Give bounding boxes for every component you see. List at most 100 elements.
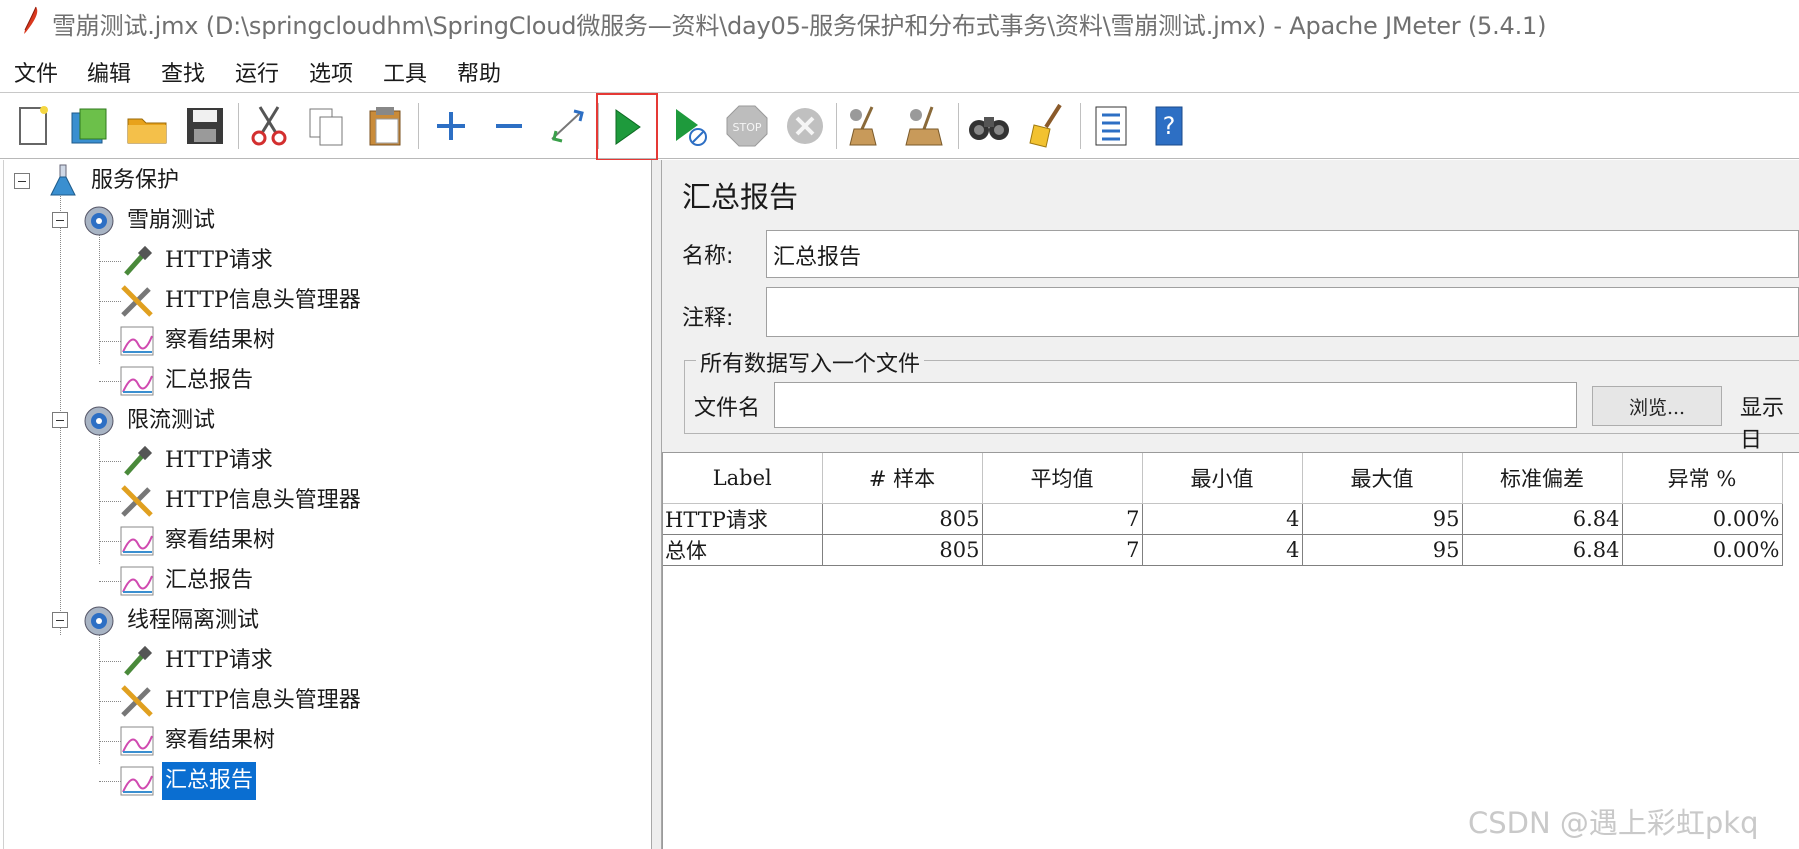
pipette-icon	[118, 242, 156, 280]
reset-search-button[interactable]	[1022, 101, 1072, 151]
menu-edit[interactable]: 编辑	[87, 56, 131, 88]
copy-button[interactable]	[302, 101, 352, 151]
pane-splitter[interactable]	[652, 160, 662, 849]
table-cell: 总体	[663, 533, 823, 566]
tree-label: HTTP信息头管理器	[165, 488, 361, 513]
table-row[interactable]: 总体 805 7 4 95 6.84 0.00%	[663, 533, 1783, 566]
menu-run[interactable]: 运行	[235, 56, 279, 88]
start-icon	[615, 109, 641, 145]
window-title: 雪崩测试.jmx (D:\springcloudhm\SpringCloud微服…	[52, 12, 1547, 40]
collapse-all-button[interactable]	[484, 101, 534, 151]
tree-thread-group[interactable]: 雪崩测试	[80, 202, 218, 240]
tree-root-test-plan[interactable]: 服务保护	[44, 162, 182, 200]
function-helper-button[interactable]	[1086, 101, 1136, 151]
gear-icon	[80, 202, 118, 240]
column-header[interactable]: 最小值	[1142, 453, 1303, 504]
tree-results-tree[interactable]: 察看结果树	[118, 322, 278, 360]
clear-all-button[interactable]	[900, 101, 950, 151]
gear-icon	[80, 602, 118, 640]
tree-summary-report[interactable]: 汇总报告	[118, 562, 256, 600]
graph-icon	[118, 762, 156, 800]
summary-report-panel: 汇总报告 名称: 汇总报告 注释: 所有数据写入一个文件 文件名 浏览... 显…	[662, 160, 1799, 849]
expand-all-button[interactable]	[426, 101, 476, 151]
tree-summary-report-selected[interactable]: 汇总报告	[118, 762, 257, 800]
clear-all-icon	[905, 106, 943, 146]
search-button[interactable]	[964, 101, 1014, 151]
reset-search-icon	[1029, 103, 1062, 148]
collapse-icon	[496, 124, 522, 128]
table-cell: 805	[822, 533, 983, 566]
table-cell: 805	[822, 502, 983, 535]
column-header[interactable]: 标准偏差	[1462, 453, 1623, 504]
collapse-toggle[interactable]	[52, 612, 68, 628]
save-icon	[187, 108, 223, 144]
table-row[interactable]: HTTP请求 805 7 4 95 6.84 0.00%	[663, 502, 1783, 535]
column-header[interactable]: Label	[663, 453, 823, 504]
paste-button[interactable]	[360, 101, 410, 151]
tree-thread-group[interactable]: 限流测试	[80, 402, 218, 440]
results-table: Label # 样本 平均值 最小值 最大值 标准偏差 异常 % HTTP请求 …	[662, 452, 1799, 849]
tree-http-request[interactable]: HTTP请求	[118, 442, 276, 480]
start-no-pauses-button[interactable]	[664, 101, 714, 151]
help-button[interactable]: ?	[1144, 101, 1194, 151]
tree-label: 察看结果树	[165, 728, 276, 753]
templates-button[interactable]	[64, 101, 114, 151]
gear-icon	[80, 402, 118, 440]
stop-button[interactable]: STOP	[722, 101, 772, 151]
shutdown-button[interactable]	[780, 101, 830, 151]
comment-field[interactable]	[766, 287, 1799, 337]
stop-icon: STOP	[726, 105, 768, 147]
tree-thread-group[interactable]: 线程隔离测试	[80, 602, 262, 640]
pipette-icon	[118, 642, 156, 680]
column-header[interactable]: 平均值	[982, 453, 1143, 504]
name-field[interactable]: 汇总报告	[766, 230, 1799, 278]
title-bar: 雪崩测试.jmx (D:\springcloudhm\SpringCloud微服…	[0, 0, 1799, 42]
toggle-button[interactable]	[542, 101, 592, 151]
clear-button[interactable]	[842, 101, 892, 151]
collapse-toggle[interactable]	[52, 212, 68, 228]
clear-icon	[849, 106, 877, 146]
filename-input[interactable]	[774, 382, 1577, 428]
save-button[interactable]	[180, 101, 230, 151]
tree-results-tree[interactable]: 察看结果树	[118, 522, 278, 560]
start-button[interactable]	[596, 93, 658, 161]
menu-help[interactable]: 帮助	[457, 56, 501, 88]
toggle-icon	[551, 109, 584, 143]
svg-text:STOP: STOP	[733, 121, 762, 134]
tree-header-manager[interactable]: HTTP信息头管理器	[118, 482, 364, 520]
open-button[interactable]	[122, 101, 172, 151]
column-header[interactable]: 异常 %	[1622, 453, 1783, 504]
tree-label: 察看结果树	[165, 328, 276, 353]
menu-search[interactable]: 查找	[161, 56, 205, 88]
column-header[interactable]: # 样本	[822, 453, 983, 504]
toolbar: STOP ?	[0, 93, 1799, 161]
tree-header-manager[interactable]: HTTP信息头管理器	[118, 282, 364, 320]
tree-label: 汇总报告	[165, 568, 254, 593]
tree-label: HTTP请求	[165, 248, 273, 273]
table-cell: 7	[982, 533, 1143, 566]
wrench-screwdriver-icon	[118, 482, 156, 520]
expand-icon	[437, 112, 465, 140]
browse-button[interactable]: 浏览...	[1592, 386, 1722, 426]
table-cell: 0.00%	[1622, 502, 1783, 535]
menu-tools[interactable]: 工具	[383, 56, 427, 88]
tree-results-tree[interactable]: 察看结果树	[118, 722, 278, 760]
tree-header-manager[interactable]: HTTP信息头管理器	[118, 682, 364, 720]
column-header[interactable]: 最大值	[1302, 453, 1463, 504]
tree-label: 雪崩测试	[127, 208, 216, 233]
tree-http-request[interactable]: HTTP请求	[118, 242, 276, 280]
copy-icon	[309, 108, 343, 146]
collapse-toggle[interactable]	[14, 173, 30, 189]
menu-options[interactable]: 选项	[309, 56, 353, 88]
tree-label: 汇总报告	[162, 762, 257, 800]
function-helper-icon	[1095, 106, 1127, 146]
tree-http-request[interactable]: HTTP请求	[118, 642, 276, 680]
collapse-toggle[interactable]	[52, 412, 68, 428]
name-label: 名称:	[682, 244, 734, 269]
cut-button[interactable]	[244, 101, 294, 151]
csdn-watermark: CSDN @遇上彩虹pkq	[1468, 806, 1759, 840]
new-button[interactable]	[8, 101, 58, 151]
tree-label: 察看结果树	[165, 528, 276, 553]
tree-summary-report[interactable]: 汇总报告	[118, 362, 256, 400]
menu-file[interactable]: 文件	[14, 56, 58, 88]
